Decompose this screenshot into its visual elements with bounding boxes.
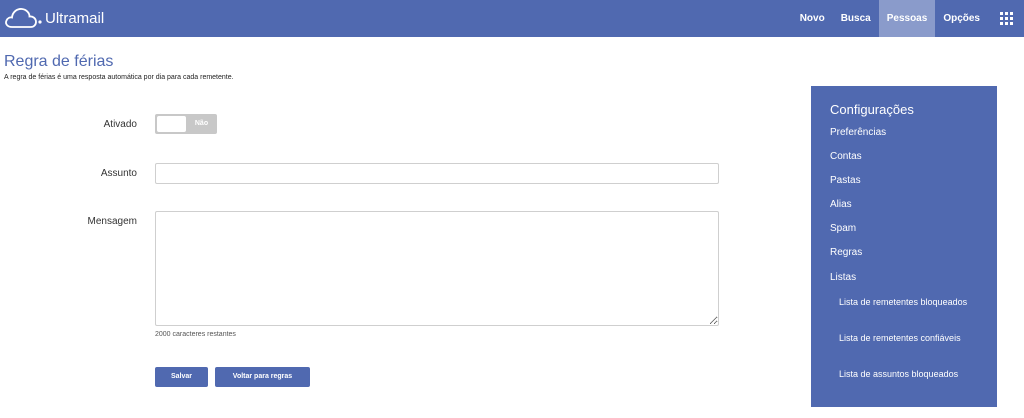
sidebar-subitem-blocked-subjects[interactable]: Lista de assuntos bloqueados bbox=[839, 368, 979, 380]
toggle-knob bbox=[157, 116, 186, 132]
sidebar-subitem-trusted-senders[interactable]: Lista de remetentes confiáveis bbox=[839, 332, 979, 344]
sidebar-item-contas[interactable]: Contas bbox=[830, 151, 862, 162]
apps-button[interactable] bbox=[988, 0, 1024, 37]
sidebar-item-spam[interactable]: Spam bbox=[830, 223, 856, 234]
nav-opcoes[interactable]: Opções bbox=[935, 0, 988, 37]
sidebar-title: Configurações bbox=[830, 102, 914, 117]
subject-input[interactable] bbox=[155, 163, 719, 184]
app-logo[interactable]: Ultramail bbox=[4, 5, 104, 31]
top-nav: Novo Busca Pessoas Opções bbox=[792, 0, 1024, 37]
message-label: Mensagem bbox=[87, 216, 137, 227]
page-subtitle: A regra de férias é uma resposta automát… bbox=[4, 74, 234, 81]
top-bar: Ultramail Novo Busca Pessoas Opções bbox=[0, 0, 1024, 37]
toggle-state-text: Não bbox=[194, 120, 209, 127]
sidebar-item-alias[interactable]: Alias bbox=[830, 199, 852, 210]
chars-remaining: 2000 caracteres restantes bbox=[155, 331, 236, 338]
grid-icon bbox=[999, 12, 1013, 25]
settings-sidebar: Configurações Preferências Contas Pastas… bbox=[811, 86, 997, 407]
nav-pessoas[interactable]: Pessoas bbox=[878, 0, 936, 37]
enabled-toggle[interactable]: Não bbox=[155, 114, 217, 134]
back-to-rules-button[interactable]: Voltar para regras bbox=[215, 367, 310, 387]
sidebar-subitem-blocked-senders[interactable]: Lista de remetentes bloqueados bbox=[839, 296, 979, 308]
subject-label: Assunto bbox=[100, 168, 137, 179]
nav-novo[interactable]: Novo bbox=[792, 0, 833, 37]
enabled-label: Ativado bbox=[103, 119, 137, 130]
sidebar-item-regras[interactable]: Regras bbox=[830, 247, 862, 258]
sidebar-item-preferencias[interactable]: Preferências bbox=[830, 127, 886, 138]
sidebar-item-pastas[interactable]: Pastas bbox=[830, 175, 861, 186]
app-name: Ultramail bbox=[45, 9, 105, 27]
sidebar-item-listas[interactable]: Listas bbox=[830, 272, 856, 283]
page-title: Regra de férias bbox=[4, 53, 114, 70]
save-button[interactable]: Salvar bbox=[155, 367, 208, 387]
cloud-icon bbox=[4, 5, 42, 31]
message-textarea[interactable] bbox=[155, 211, 719, 326]
nav-busca[interactable]: Busca bbox=[833, 0, 879, 37]
